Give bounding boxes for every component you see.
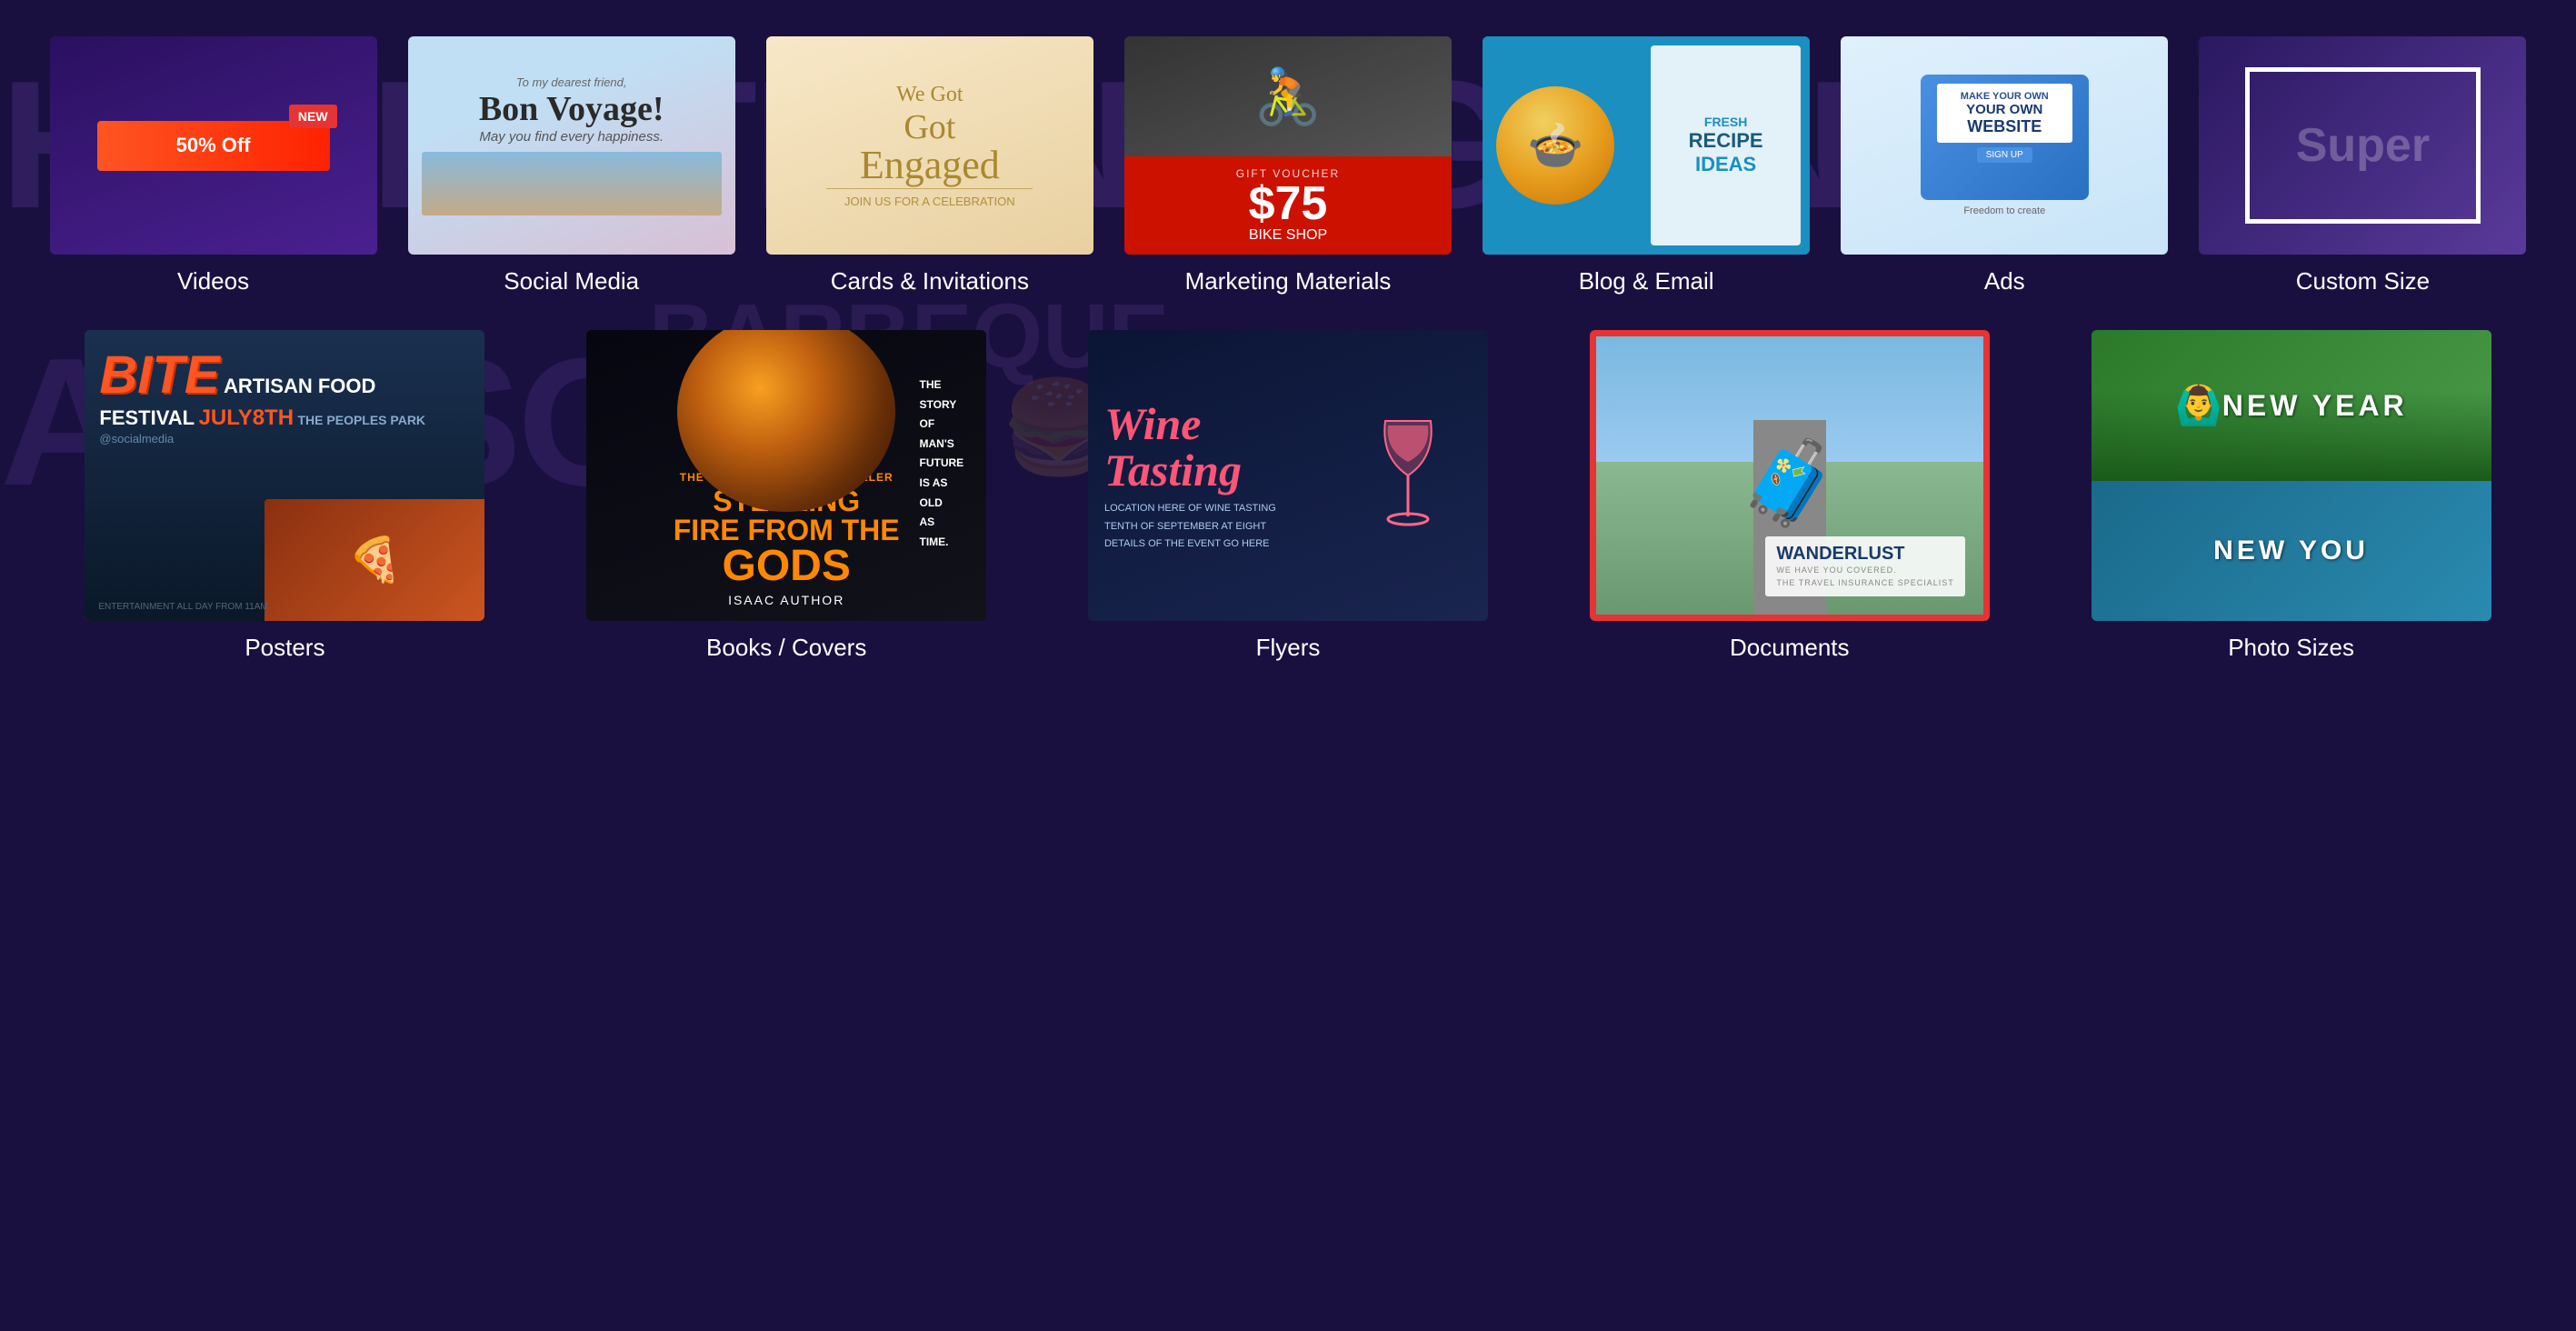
social-title: Bon Voyage! [479, 89, 664, 129]
custom-size-label: Custom Size [2296, 267, 2430, 295]
custom-box: Super [2245, 67, 2481, 225]
flyers-glass-area [1344, 346, 1472, 605]
thumb-custom-size: Super [2199, 36, 2526, 255]
thumb-flyers: Wine Tasting LOCATION HERE OF WINE TASTI… [1088, 330, 1488, 621]
ads-own: YOUR OWN [1966, 102, 2042, 117]
marketing-label: Marketing Materials [1185, 267, 1392, 295]
thumb-documents: 🧳 WANDERLUST WE HAVE YOU COVERED. THE TR… [1590, 330, 1990, 621]
posters-social: @socialmedia [99, 432, 174, 445]
social-subtitle: May you find every happiness. [479, 129, 664, 145]
ads-tagline: Freedom to create [1963, 205, 2045, 216]
books-gods: GODS [723, 545, 851, 588]
category-documents[interactable]: 🧳 WANDERLUST WE HAVE YOU COVERED. THE TR… [1541, 323, 2038, 669]
category-cards[interactable]: We Got Got Engaged JOIN US FOR A CELEBRA… [753, 27, 1106, 305]
posters-july: JULY8TH [199, 405, 294, 430]
blog-text-box: FRESH RECIPE IDEAS [1651, 45, 1801, 245]
category-custom-size[interactable]: Super Custom Size [2186, 27, 2540, 305]
blog-email-label: Blog & Email [1579, 267, 1714, 295]
ads-label: Ads [1984, 267, 2025, 295]
blog-ideas: IDEAS [1695, 153, 1756, 176]
marketing-bottom: GIFT VOUCHER $75 BIKE SHOP [1124, 156, 1452, 255]
books-author: ISAAC AUTHOR [728, 593, 844, 607]
documents-label: Documents [1730, 634, 1850, 662]
books-label: Books / Covers [706, 634, 866, 662]
posters-bite: BITE [99, 345, 219, 405]
category-flyers[interactable]: Wine Tasting LOCATION HERE OF WINE TASTI… [1040, 323, 1537, 669]
thumb-blog-email: 🍲 FRESH RECIPE IDEAS [1483, 36, 1810, 255]
books-planet [677, 330, 895, 512]
category-posters[interactable]: BITE ARTISAN FOOD FESTIVAL JULY8TH THE P… [36, 323, 534, 669]
cards-got: Got [904, 107, 955, 147]
cards-engaged: Engaged [860, 147, 1000, 184]
docs-wanderlust-sub2: THE TRAVEL INSURANCE SPECIALIST [1776, 577, 1953, 590]
marketing-price: $75 [1249, 180, 1328, 227]
videos-label: Videos [177, 267, 249, 295]
photos-newyear-text: NEW YEAR [2222, 389, 2408, 423]
flyers-label: Flyers [1256, 634, 1321, 662]
flyers-tasting: Tasting [1104, 450, 1344, 491]
category-videos[interactable]: NEW 50% Off Videos [36, 27, 390, 305]
photos-top-half: 🙆‍♂️ NEW YEAR [2092, 330, 2491, 481]
social-greeting: To my dearest friend, [516, 75, 627, 89]
blog-recipe: RECIPE [1689, 129, 1763, 153]
social-media-label: Social Media [504, 267, 639, 295]
posters-entertainment: ENTERTAINMENT ALL DAY FROM 11AM [98, 602, 267, 612]
thumb-ads: MAKE YOUR OWN YOUR OWN WEBSITE SIGN UP F… [1841, 36, 2168, 255]
cards-divider [826, 188, 1033, 189]
top-row: NEW 50% Off Videos To my dearest friend,… [0, 0, 2576, 305]
cards-sub: JOIN US FOR A CELEBRATION [844, 195, 1015, 208]
category-social-media[interactable]: To my dearest friend, Bon Voyage! May yo… [394, 27, 748, 305]
posters-label: Posters [245, 634, 324, 662]
flyers-details: LOCATION HERE OF WINE TASTING TENTH OF S… [1104, 500, 1344, 554]
ads-signup: SIGN UP [1977, 147, 2032, 163]
photos-people-icon: 🙆‍♂️ [2174, 384, 2222, 428]
discount-text: 50% Off [176, 134, 251, 157]
books-fire: FIRE FROM THE [674, 515, 900, 545]
category-books-covers[interactable]: THESTORYOFMAN'SFUTUREIS ASOLDASTIME. THE… [538, 323, 1035, 669]
books-story-text: THESTORYOFMAN'SFUTUREIS ASOLDASTIME. [920, 375, 964, 552]
thumb-social-media: To my dearest friend, Bon Voyage! May yo… [408, 36, 735, 255]
bottom-row: BITE ARTISAN FOOD FESTIVAL JULY8TH THE P… [0, 305, 2576, 669]
docs-person-icon: 🧳 [1739, 435, 1841, 531]
ads-make: MAKE YOUR OWN [1961, 91, 2049, 102]
photos-newyou-text: NEW YOU [2213, 535, 2369, 566]
thumb-marketing: 🚴 GIFT VOUCHER $75 BIKE SHOP [1124, 36, 1452, 255]
main-wrapper: HAPPY THANKSGIVING AWESOME BARBEQUEGRILL… [0, 0, 2576, 1331]
flyers-text-area: Wine Tasting LOCATION HERE OF WINE TASTI… [1104, 346, 1344, 605]
marketing-top: 🚴 [1124, 36, 1452, 156]
social-beach [422, 152, 722, 215]
flyers-wine: Wine [1104, 397, 1344, 450]
cards-we: We Got [896, 83, 963, 107]
marketing-shop: BIKE SHOP [1249, 227, 1327, 244]
ads-monitor: MAKE YOUR OWN YOUR OWN WEBSITE SIGN UP [1921, 75, 2089, 200]
thumb-photo-sizes: 🙆‍♂️ NEW YEAR NEW YOU [2092, 330, 2491, 621]
docs-wanderlust-title: WANDERLUST [1776, 544, 1953, 565]
blog-plate: 🍲 [1496, 86, 1614, 205]
docs-wanderlust-sub1: WE HAVE YOU COVERED. [1776, 565, 1953, 577]
wine-glass-icon [1372, 412, 1444, 539]
content-layer: NEW 50% Off Videos To my dearest friend,… [0, 0, 2576, 1331]
category-blog-email[interactable]: 🍲 FRESH RECIPE IDEAS Blog & Email [1470, 27, 1823, 305]
category-ads[interactable]: MAKE YOUR OWN YOUR OWN WEBSITE SIGN UP F… [1828, 27, 2182, 305]
ads-screen: MAKE YOUR OWN YOUR OWN WEBSITE [1937, 84, 2072, 143]
thumb-videos: NEW 50% Off [50, 36, 377, 255]
photos-bottom-half: NEW YOU [2092, 481, 2491, 621]
new-badge: NEW [289, 105, 337, 128]
photo-sizes-label: Photo Sizes [2228, 634, 2354, 662]
biker-icon: 🚴 [1254, 65, 1323, 129]
ads-website: WEBSITE [1967, 117, 2042, 136]
thumb-books: THESTORYOFMAN'SFUTUREIS ASOLDASTIME. THE… [586, 330, 986, 621]
posters-food-img: 🍕 [265, 499, 484, 621]
custom-preview-text: Super [2296, 118, 2430, 173]
category-marketing[interactable]: 🚴 GIFT VOUCHER $75 BIKE SHOP Marketing M… [1111, 27, 1464, 305]
category-photo-sizes[interactable]: 🙆‍♂️ NEW YEAR NEW YOU Photo Sizes [2042, 323, 2540, 669]
blog-fresh: FRESH [1704, 115, 1747, 129]
thumb-posters: BITE ARTISAN FOOD FESTIVAL JULY8TH THE P… [85, 330, 484, 621]
posters-park: THE PEOPLES PARK [298, 413, 426, 427]
thumb-cards: We Got Got Engaged JOIN US FOR A CELEBRA… [766, 36, 1093, 255]
docs-wanderlust-box: WANDERLUST WE HAVE YOU COVERED. THE TRAV… [1765, 536, 1964, 596]
cards-label: Cards & Invitations [831, 267, 1029, 295]
